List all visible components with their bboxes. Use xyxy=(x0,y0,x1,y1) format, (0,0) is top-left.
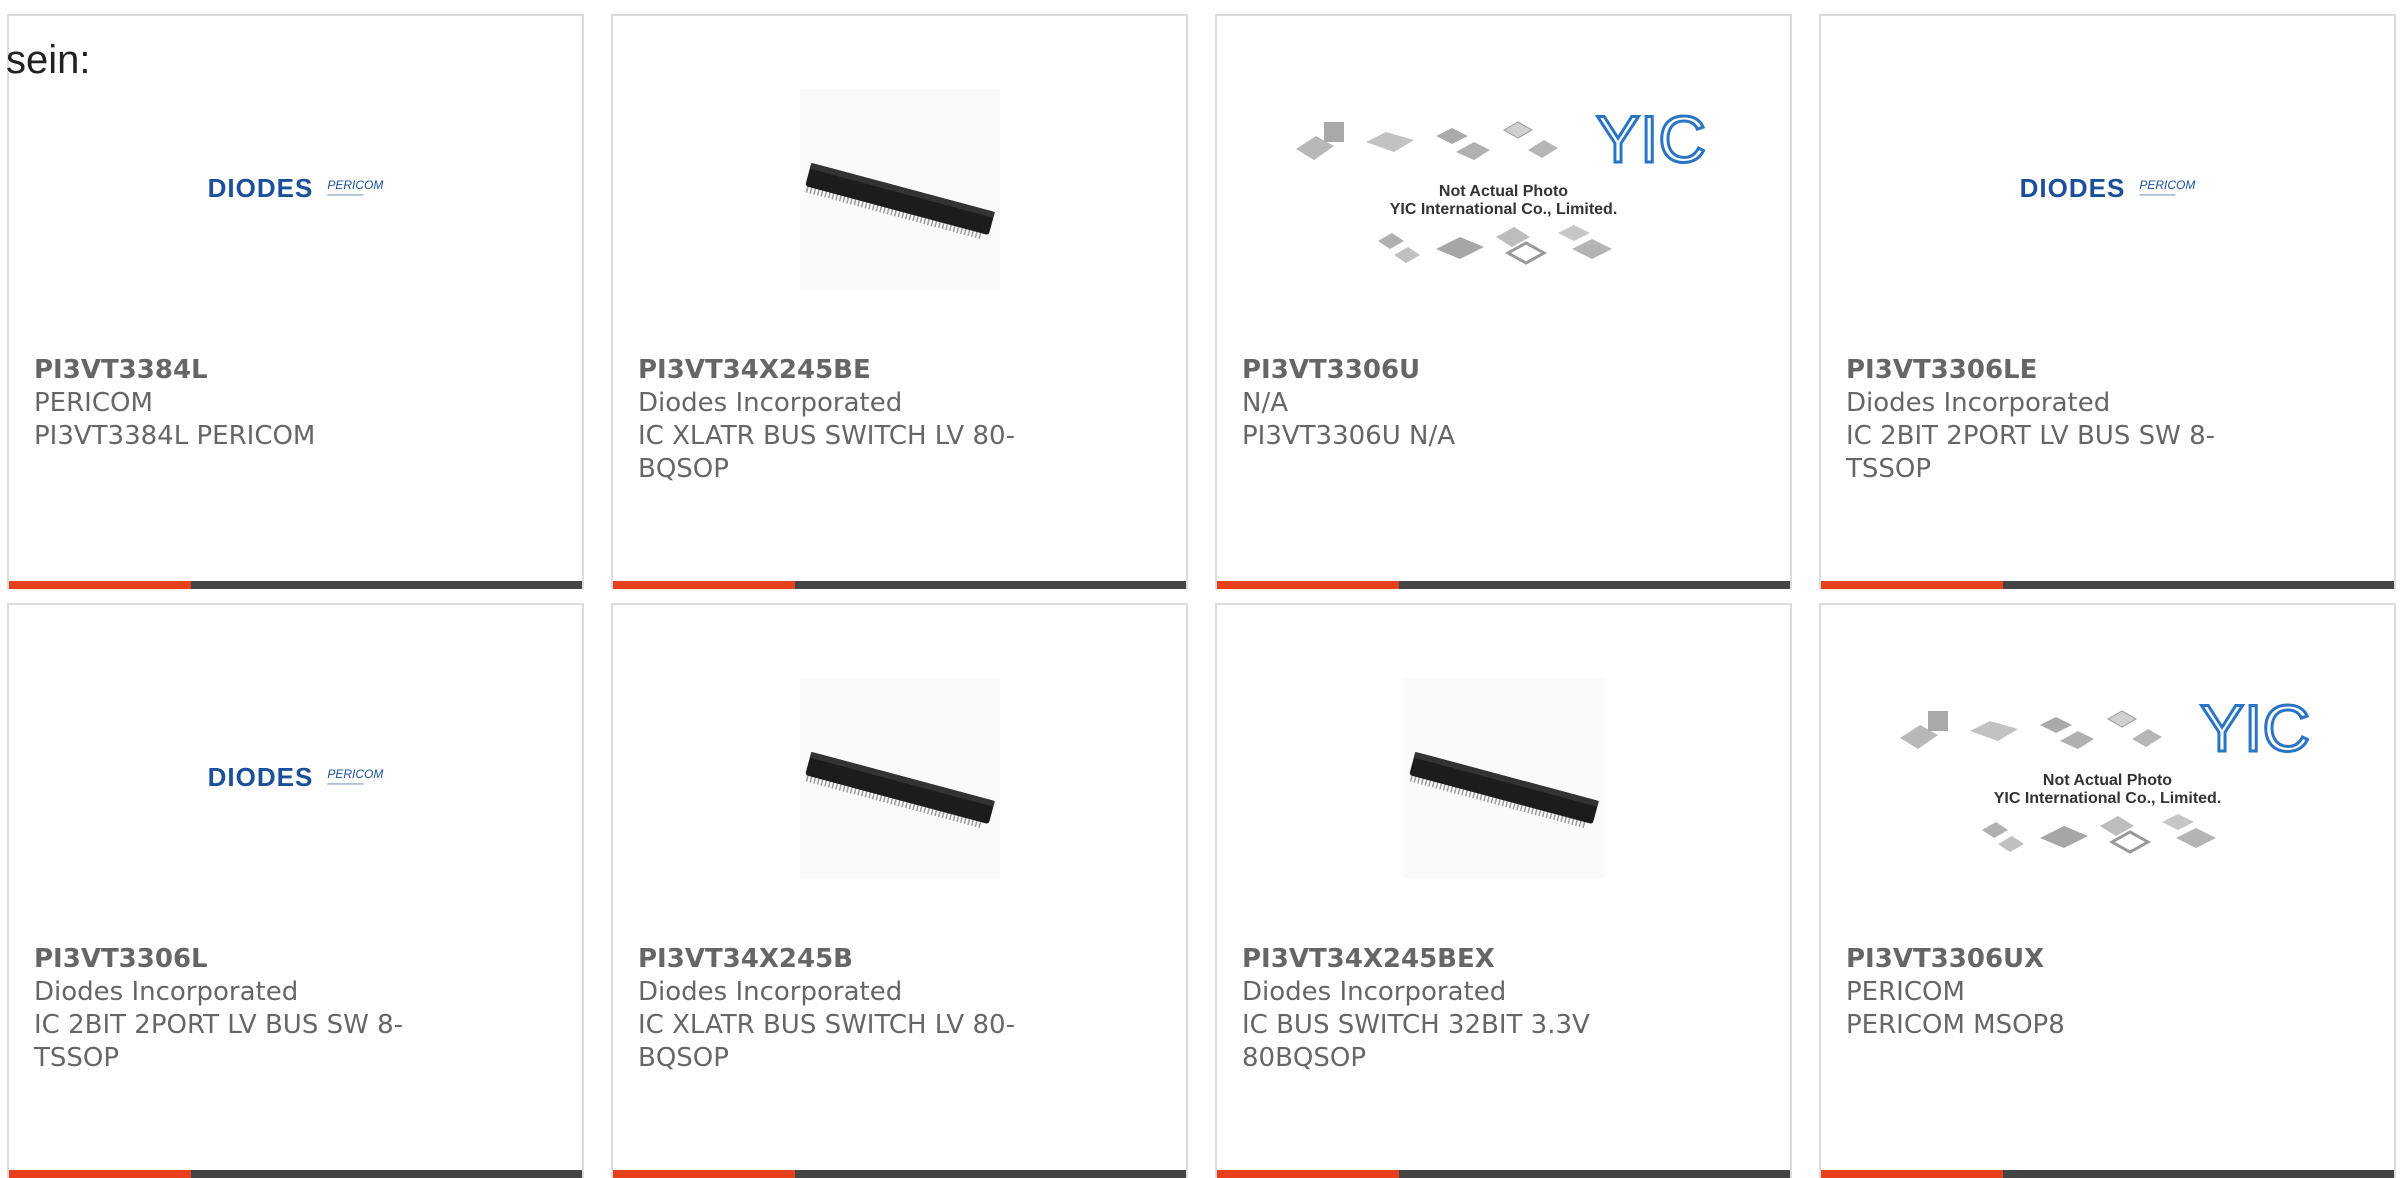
product-card[interactable]: PI3VT34X245B Diodes Incorporated IC XLAT… xyxy=(611,603,1188,1178)
product-card[interactable]: DIODES PERICOM ━━━━━━━━━━ PI3VT3384L PERI… xyxy=(7,14,584,589)
manufacturer: Diodes Incorporated xyxy=(1242,977,1507,1007)
component-packages-icon xyxy=(1296,120,1559,160)
product-image[interactable]: YIC Not Actual Photo YIC International C… xyxy=(1821,605,2394,950)
card-accent-bar xyxy=(9,1170,191,1178)
product-card[interactable]: DIODES PERICOM ━━━━━━━━━━ PI3VT3306L Diod… xyxy=(7,603,584,1178)
card-bottom-bar xyxy=(1821,581,2394,589)
manufacturer: Diodes Incorporated xyxy=(34,977,299,1007)
description: IC XLATR BUS SWITCH LV 80-BQSOP xyxy=(638,1010,1015,1073)
product-card[interactable]: PI3VT34X245BE Diodes Incorporated IC XLA… xyxy=(611,14,1188,589)
card-bottom-bar xyxy=(9,1170,582,1178)
description: PERICOM MSOP8 xyxy=(1846,1010,2065,1040)
logo-diodes-text: DIODES xyxy=(2019,173,2126,203)
svg-text:YIC: YIC xyxy=(2200,693,2310,763)
product-info: PI3VT3306UX PERICOM PERICOM MSOP8 xyxy=(1846,943,2266,1042)
yic-logo: YIC xyxy=(2198,689,2311,766)
card-accent-bar xyxy=(9,581,191,589)
card-accent-bar xyxy=(1821,1170,2003,1178)
description: PI3VT3384L PERICOM xyxy=(34,421,316,451)
card-accent-bar xyxy=(1217,581,1399,589)
product-image[interactable]: DIODES PERICOM ━━━━━━━━━━ xyxy=(9,16,582,361)
manufacturer: Diodes Incorporated xyxy=(1846,388,2111,418)
product-info: PI3VT34X245BE Diodes Incorporated IC XLA… xyxy=(638,354,1058,486)
product-card[interactable]: YIC Not Actual Photo YIC International C… xyxy=(1819,603,2396,1178)
part-number[interactable]: PI3VT3384L xyxy=(34,354,454,387)
description: IC XLATR BUS SWITCH LV 80-BQSOP xyxy=(638,421,1015,484)
manufacturer: PERICOM xyxy=(34,388,153,418)
product-image[interactable]: DIODES PERICOM ━━━━━━━━━━ xyxy=(9,605,582,950)
card-bottom-bar xyxy=(1821,1170,2394,1178)
part-number[interactable]: PI3VT3306LE xyxy=(1846,354,2266,387)
card-bottom-bar xyxy=(613,581,1186,589)
ic-chip-photo xyxy=(1403,677,1604,878)
card-bottom-bar xyxy=(9,581,582,589)
manufacturer: Diodes Incorporated xyxy=(638,977,903,1007)
yic-caption-line1: Not Actual Photo xyxy=(2042,771,2173,789)
product-info: PI3VT34X245B Diodes Incorporated IC XLAT… xyxy=(638,943,1058,1075)
logo-diodes-text: DIODES xyxy=(207,173,314,203)
diodes-pericom-logo: DIODES PERICOM ━━━━━━━━━━ xyxy=(208,173,384,204)
description: IC 2BIT 2PORT LV BUS SW 8-TSSOP xyxy=(1846,421,2216,484)
part-number[interactable]: PI3VT34X245BE xyxy=(638,354,1058,387)
part-number[interactable]: PI3VT3306UX xyxy=(1846,943,2266,976)
manufacturer: N/A xyxy=(1242,388,1288,418)
product-image[interactable]: YIC Not Actual Photo YIC International C… xyxy=(1217,16,1790,361)
description: IC BUS SWITCH 32BIT 3.3V 80BQSOP xyxy=(1242,1010,1590,1073)
part-number[interactable]: PI3VT3306L xyxy=(34,943,454,976)
prefix-text: sein: xyxy=(6,38,91,82)
product-card[interactable]: YIC Not Actual Photo YIC International C… xyxy=(1215,14,1792,589)
diodes-pericom-logo: DIODES PERICOM ━━━━━━━━━━ xyxy=(208,762,384,793)
card-accent-bar xyxy=(613,1170,795,1178)
product-image[interactable]: DIODES PERICOM ━━━━━━━━━━ xyxy=(1821,16,2394,361)
product-image[interactable] xyxy=(613,605,1186,950)
part-number[interactable]: PI3VT3306U xyxy=(1242,354,1662,387)
yic-placeholder-image: YIC Not Actual Photo YIC International C… xyxy=(1286,100,1720,274)
logo-pericom-text: PERICOM ━━━━━━━━━━ xyxy=(327,767,384,788)
yic-logo: YIC xyxy=(1594,100,1707,177)
description: PI3VT3306U N/A xyxy=(1242,421,1456,451)
component-packages-icon xyxy=(1900,709,2163,749)
card-bottom-bar xyxy=(1217,1170,1790,1178)
product-info: PI3VT3306LE Diodes Incorporated IC 2BIT … xyxy=(1846,354,2266,486)
part-number[interactable]: PI3VT34X245B xyxy=(638,943,1058,976)
manufacturer: PERICOM xyxy=(1846,977,1965,1007)
component-packages-icon xyxy=(1378,224,1613,265)
component-packages-icon xyxy=(1982,813,2217,854)
product-card[interactable]: DIODES PERICOM ━━━━━━━━━━ PI3VT3306LE Dio… xyxy=(1819,14,2396,589)
product-info: PI3VT3306L Diodes Incorporated IC 2BIT 2… xyxy=(34,943,454,1075)
product-image[interactable] xyxy=(613,16,1186,361)
yic-placeholder-image: YIC Not Actual Photo YIC International C… xyxy=(1890,689,2324,863)
product-image[interactable] xyxy=(1217,605,1790,950)
part-number[interactable]: PI3VT34X245BEX xyxy=(1242,943,1662,976)
product-info: PI3VT3306U N/A PI3VT3306U N/A xyxy=(1242,354,1662,453)
logo-diodes-text: DIODES xyxy=(207,762,314,792)
card-bottom-bar xyxy=(1217,581,1790,589)
ic-chip-photo xyxy=(799,88,1000,289)
manufacturer: Diodes Incorporated xyxy=(638,388,903,418)
yic-caption-line2: YIC International Co., Limited. xyxy=(1993,789,2222,807)
card-bottom-bar xyxy=(613,1170,1186,1178)
logo-pericom-text: PERICOM ━━━━━━━━━━ xyxy=(327,178,384,199)
yic-caption-line2: YIC International Co., Limited. xyxy=(1389,200,1618,218)
card-accent-bar xyxy=(613,581,795,589)
svg-text:YIC: YIC xyxy=(1596,104,1706,174)
diodes-pericom-logo: DIODES PERICOM ━━━━━━━━━━ xyxy=(2020,173,2196,204)
card-accent-bar xyxy=(1217,1170,1399,1178)
logo-pericom-text: PERICOM ━━━━━━━━━━ xyxy=(2139,178,2196,199)
card-accent-bar xyxy=(1821,581,2003,589)
product-info: PI3VT34X245BEX Diodes Incorporated IC BU… xyxy=(1242,943,1662,1075)
description: IC 2BIT 2PORT LV BUS SW 8-TSSOP xyxy=(34,1010,404,1073)
yic-caption-line1: Not Actual Photo xyxy=(1438,182,1569,200)
product-info: PI3VT3384L PERICOM PI3VT3384L PERICOM xyxy=(34,354,454,453)
product-card[interactable]: PI3VT34X245BEX Diodes Incorporated IC BU… xyxy=(1215,603,1792,1178)
ic-chip-photo xyxy=(799,677,1000,878)
